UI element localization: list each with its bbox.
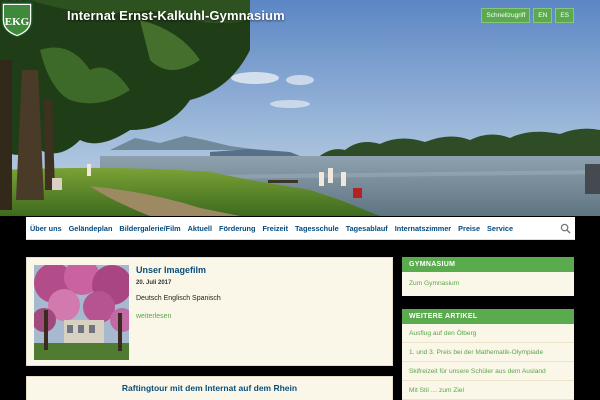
nav-item-bildergalerie[interactable]: Bildergalerie/Film xyxy=(119,224,180,233)
site-title[interactable]: Internat Ernst-Kalkuhl-Gymnasium xyxy=(67,8,285,23)
post-thumbnail[interactable] xyxy=(34,265,129,360)
svg-text:EKG: EKG xyxy=(5,16,30,28)
widget-heading: GYMNASIUM xyxy=(402,257,574,272)
post-date: 20. Juli 2017 xyxy=(136,280,172,286)
post-card: Unser Imagefilm 20. Juli 2017 Deutsch En… xyxy=(26,257,393,366)
quick-access-link[interactable]: Schnellzugriff xyxy=(481,8,531,23)
nav-item-tagesablauf[interactable]: Tagesablauf xyxy=(346,224,388,233)
hero-banner: EKG Internat Ernst-Kalkuhl-Gymnasium Sch… xyxy=(0,0,600,216)
nav-item-preise[interactable]: Preise xyxy=(458,224,480,233)
post-title[interactable]: Unser Imagefilm xyxy=(136,265,206,275)
search-icon[interactable] xyxy=(560,223,571,234)
sidebar-link-zum-gymnasium[interactable]: Zum Gymnasium xyxy=(402,272,574,296)
post-excerpt: Deutsch Englisch Spanisch xyxy=(136,295,221,302)
top-quick-links: Schnellzugriff EN ES xyxy=(481,8,574,23)
post-card: Raftingtour mit dem Internat auf dem Rhe… xyxy=(26,376,393,400)
school-crest-logo[interactable]: EKG xyxy=(0,0,34,38)
read-more-link[interactable]: weiterlesen xyxy=(136,313,171,320)
language-en-link[interactable]: EN xyxy=(533,8,553,23)
article-link[interactable]: Ausflug auf den Ölberg xyxy=(402,324,574,343)
widget-weitere-artikel: WEITERE ARTIKEL Ausflug auf den Ölberg 1… xyxy=(402,309,574,400)
main-navigation: Über uns Geländeplan Bildergalerie/Film … xyxy=(26,217,575,240)
nav-item-service[interactable]: Service xyxy=(487,224,513,233)
language-es-link[interactable]: ES xyxy=(555,8,574,23)
nav-item-aktuell[interactable]: Aktuell xyxy=(188,224,212,233)
widget-heading: WEITERE ARTIKEL xyxy=(402,309,574,324)
nav-item-foerderung[interactable]: Förderung xyxy=(219,224,255,233)
article-link[interactable]: Mit Stil … zum Ziel xyxy=(402,381,574,400)
article-link[interactable]: 1. und 3. Preis bei der Mathematik-Olymp… xyxy=(402,343,574,362)
widget-gymnasium: GYMNASIUM Zum Gymnasium xyxy=(402,257,574,296)
nav-item-ueber-uns[interactable]: Über uns xyxy=(30,224,62,233)
nav-item-freizeit[interactable]: Freizeit xyxy=(262,224,288,233)
nav-item-internatszimmer[interactable]: Internatszimmer xyxy=(395,224,451,233)
hero-photo xyxy=(0,0,600,216)
post-title[interactable]: Raftingtour mit dem Internat auf dem Rhe… xyxy=(27,383,392,393)
article-link[interactable]: Skifreizeit für unsere Schüler aus dem A… xyxy=(402,362,574,381)
nav-item-tagesschule[interactable]: Tagesschule xyxy=(295,224,339,233)
nav-item-gelaendeplan[interactable]: Geländeplan xyxy=(69,224,113,233)
